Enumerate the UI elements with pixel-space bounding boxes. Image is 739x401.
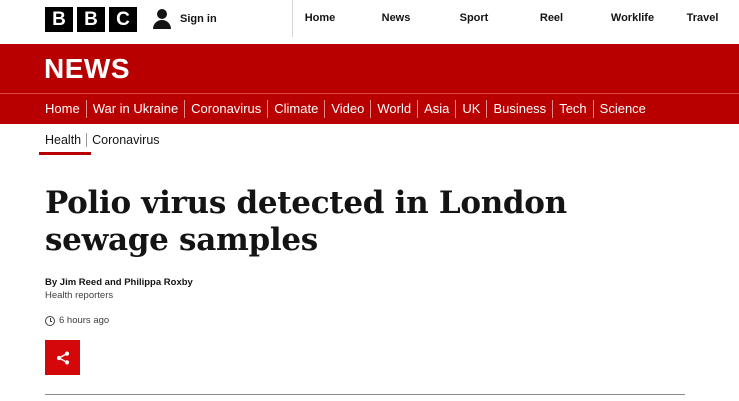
section-item-business[interactable]: Business [486, 100, 552, 118]
section-navigation: Home War in Ukraine Coronavirus Climate … [0, 93, 739, 124]
active-subnav-indicator [39, 152, 91, 155]
top-navigation: Home News Sport Reel Worklife Travel [292, 0, 739, 37]
share-icon [56, 351, 69, 364]
subnav-item-coronavirus[interactable]: Coronavirus [87, 133, 164, 147]
user-icon [152, 9, 172, 29]
section-item-science[interactable]: Science [592, 100, 652, 118]
section-item-asia[interactable]: Asia [417, 100, 455, 118]
bbc-logo-block: B [45, 7, 73, 32]
topnav-item-news[interactable]: News [347, 0, 445, 37]
article-headline: Polio virus detected in London sewage sa… [45, 185, 567, 258]
section-item-world[interactable]: World [370, 100, 417, 118]
author-role: Health reporters [45, 290, 114, 301]
section-item-home[interactable]: Home [45, 100, 86, 118]
topnav-item-travel[interactable]: Travel [665, 0, 739, 37]
share-button[interactable] [45, 340, 80, 375]
topnav-item-sport[interactable]: Sport [445, 0, 503, 37]
bbc-logo-block: B [77, 7, 105, 32]
topnav-item-home[interactable]: Home [293, 0, 347, 37]
sign-in-link[interactable]: Sign in [152, 8, 217, 30]
news-banner: NEWS [0, 44, 739, 93]
timestamp-text: 6 hours ago [59, 315, 110, 326]
article-timestamp: 6 hours ago [45, 315, 109, 326]
section-item-video[interactable]: Video [324, 100, 370, 118]
section-item-coronavirus[interactable]: Coronavirus [184, 100, 267, 118]
subnav-item-health[interactable]: Health [45, 133, 88, 147]
article-byline: By Jim Reed and Philippa Roxby [45, 277, 193, 288]
section-item-tech[interactable]: Tech [552, 100, 592, 118]
top-bar: B B C Sign in Home News Sport Reel Workl… [0, 0, 739, 44]
bbc-logo-block: C [109, 7, 137, 32]
topnav-item-reel[interactable]: Reel [503, 0, 600, 37]
sign-in-label: Sign in [180, 13, 217, 25]
topnav-item-worklife[interactable]: Worklife [600, 0, 665, 37]
section-item-uk[interactable]: UK [455, 100, 486, 118]
news-logo[interactable]: NEWS [44, 53, 130, 85]
section-item-climate[interactable]: Climate [267, 100, 324, 118]
secondary-navigation: Health Coronavirus [45, 130, 165, 150]
article-divider [45, 394, 685, 395]
bbc-logo[interactable]: B B C [45, 7, 137, 32]
clock-icon [45, 315, 55, 326]
section-item-war-in-ukraine[interactable]: War in Ukraine [85, 100, 184, 118]
